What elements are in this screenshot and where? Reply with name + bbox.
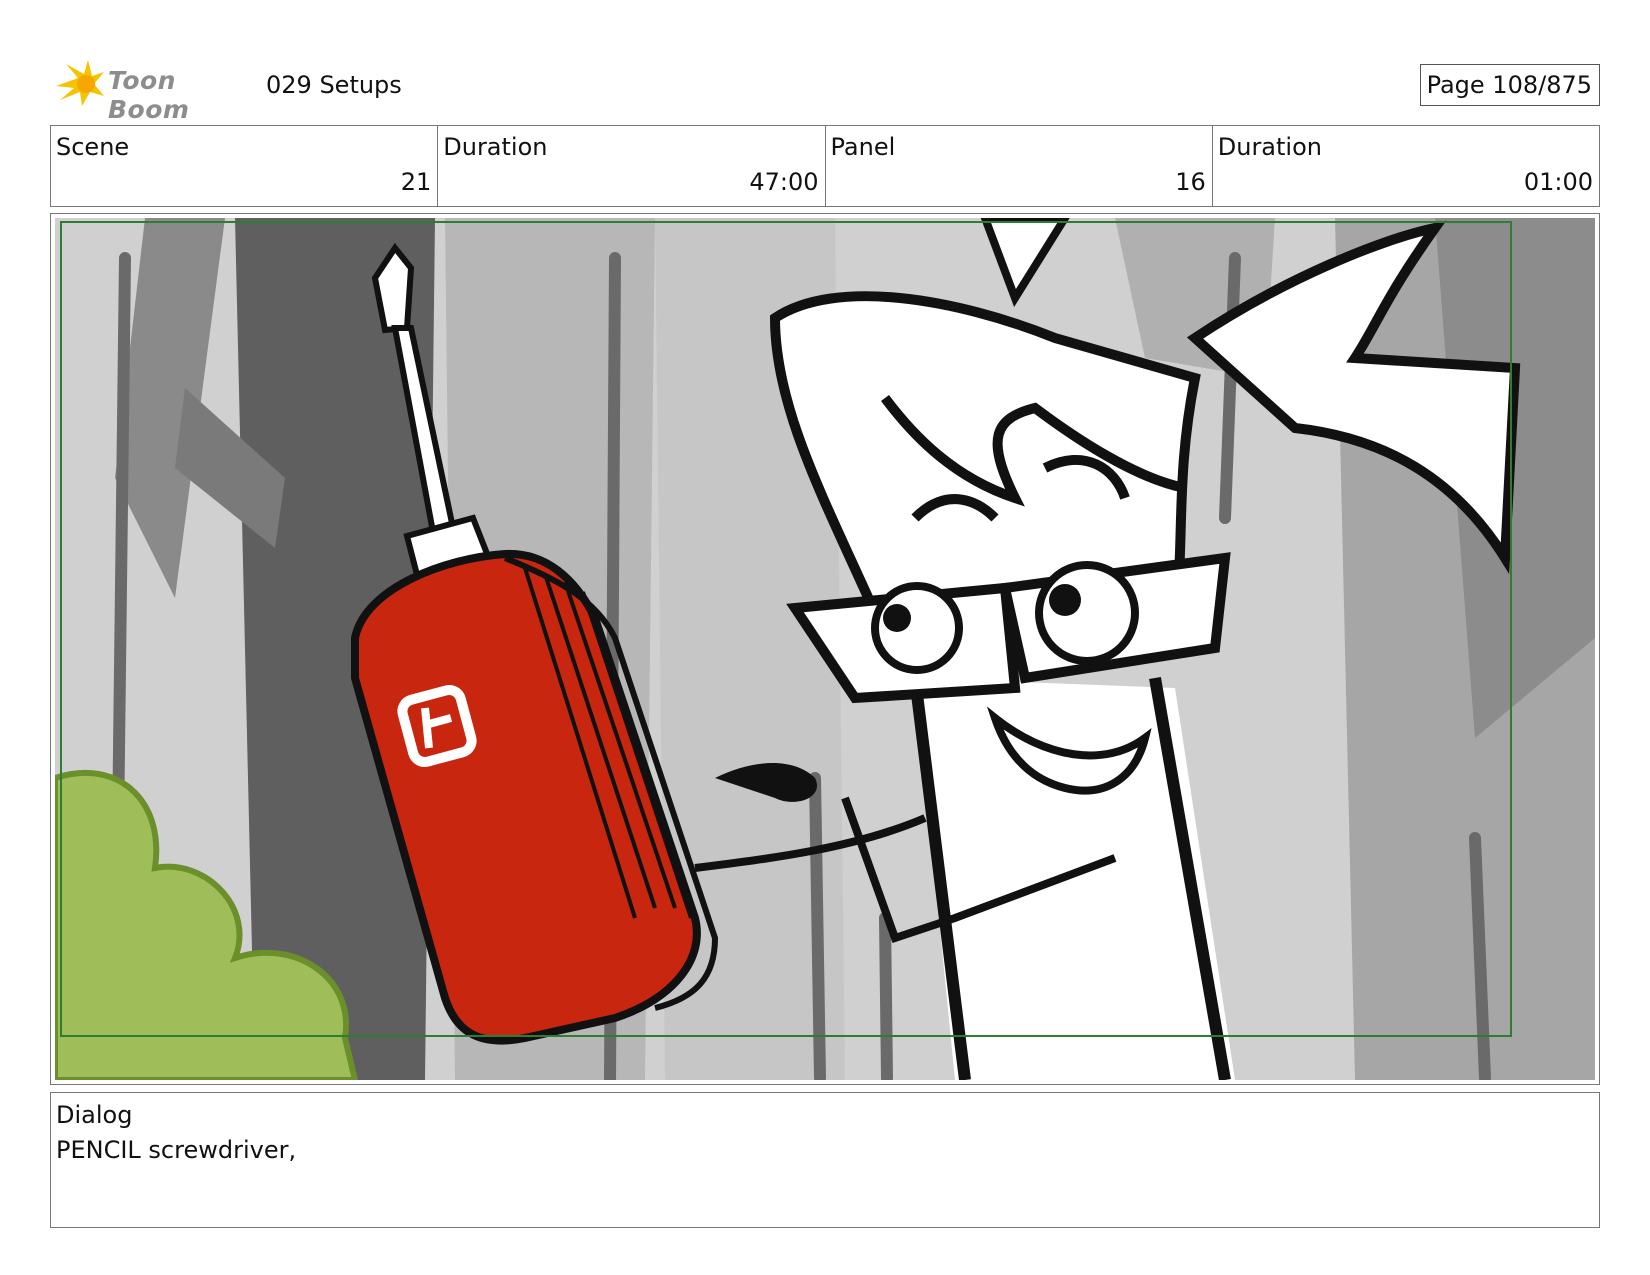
panel-label: Panel	[830, 133, 896, 161]
panel-duration-cell: Duration 01:00	[1213, 126, 1599, 206]
page-indicator: Page 108/875	[1419, 64, 1600, 106]
panel-cell: Panel 16	[826, 126, 1213, 206]
dialog-text: PENCIL screwdriver,	[56, 1136, 297, 1164]
logo-burst-icon	[56, 60, 104, 106]
project-title: 029 Setups	[266, 71, 402, 99]
scene-value: 21	[400, 168, 432, 196]
scene-duration-value: 47:00	[749, 168, 819, 196]
panel-drawing	[55, 218, 1595, 1080]
eye-right-icon	[1035, 561, 1139, 665]
logo-wordmark: Toon Boom	[108, 66, 190, 124]
toon-boom-logo: Toon Boom	[52, 56, 252, 124]
panel-duration-label: Duration	[1217, 133, 1322, 161]
scene-cell: Scene 21	[51, 126, 439, 206]
dialog-section: Dialog PENCIL screwdriver,	[50, 1092, 1600, 1228]
scene-duration-cell: Duration 47:00	[438, 126, 826, 206]
scene-duration-label: Duration	[443, 133, 548, 161]
dialog-label: Dialog	[56, 1101, 133, 1129]
storyboard-panel	[50, 213, 1600, 1085]
panel-duration-value: 01:00	[1523, 168, 1593, 196]
panel-value: 16	[1175, 168, 1206, 196]
scene-info-table: Scene 21 Duration 47:00 Panel 16 Duratio…	[50, 125, 1600, 207]
page-header: Toon Boom 029 Setups Page 108/875	[52, 56, 1600, 124]
scene-label: Scene	[56, 133, 130, 161]
